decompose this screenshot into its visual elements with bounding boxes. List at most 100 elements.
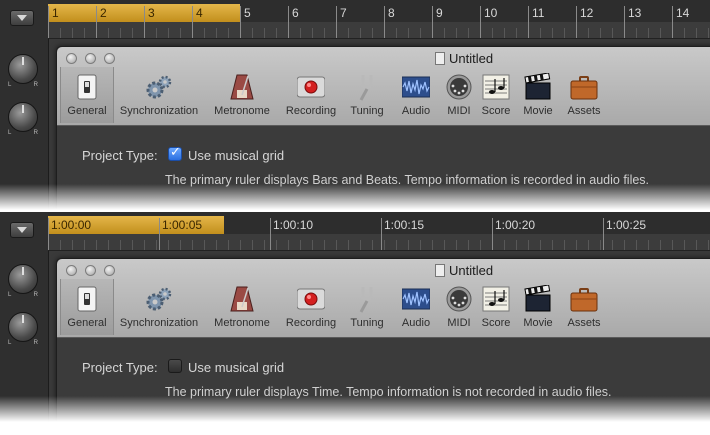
ruler-label: 10 — [484, 6, 498, 20]
toolbar-audio-button[interactable]: Audio — [395, 67, 437, 123]
ruler-label: 3 — [148, 6, 155, 20]
ruler-label: 14 — [676, 6, 690, 20]
ruler-tick — [384, 6, 385, 38]
midi-connector-icon — [445, 285, 473, 313]
ruler-label: 12 — [580, 6, 594, 20]
ruler-label: 1 — [52, 6, 59, 20]
clapperboard-icon — [524, 72, 552, 101]
metronome-icon — [228, 285, 256, 313]
toolbar-label: Audio — [401, 105, 431, 117]
use-musical-grid-label[interactable]: Use musical grid — [188, 148, 284, 163]
project-type-description: The primary ruler displays Time. Tempo i… — [165, 385, 612, 399]
gears-icon — [145, 285, 173, 313]
toolbar-label: General — [67, 105, 107, 117]
ruler-label: 9 — [436, 6, 443, 20]
toolbar-assets-button[interactable]: Assets — [559, 279, 609, 335]
close-button[interactable] — [66, 265, 77, 276]
toolbar-movie-button[interactable]: Movie — [517, 279, 559, 335]
pan-knob[interactable] — [8, 54, 38, 84]
minimize-button[interactable] — [85, 265, 96, 276]
toolbar-synchronization-button[interactable]: Synchronization — [113, 279, 205, 335]
bottom-screenshot-panel: LR LR 1:00:00 1:00:05 1:00:10 1:00:15 1:00:2… — [0, 212, 710, 422]
toolbar-recording-button[interactable]: Recording — [280, 279, 342, 335]
close-button[interactable] — [66, 53, 77, 64]
pan-knob[interactable] — [8, 102, 38, 132]
window-titlebar: Untitled General Synchronization Metronome… — [57, 47, 710, 126]
ruler-tick — [480, 6, 481, 38]
score-notes-icon — [482, 285, 510, 313]
document-icon — [435, 264, 445, 277]
toolbar-movie-button[interactable]: Movie — [517, 67, 559, 123]
ruler-label: 1:00:15 — [384, 218, 425, 232]
ruler-label: 2 — [100, 6, 107, 20]
toolbar-label: General — [67, 317, 107, 329]
minimize-button[interactable] — [85, 53, 96, 64]
ruler-tick — [432, 6, 433, 38]
ruler-tick — [288, 6, 289, 38]
toolbar-score-button[interactable]: Score — [477, 67, 515, 123]
toolbar-general-button[interactable]: General — [60, 67, 114, 123]
window-title: Untitled — [449, 263, 494, 278]
toolbar-label: Recording — [285, 317, 337, 329]
lr-label: LR — [8, 340, 38, 346]
ruler-tick — [603, 218, 604, 250]
toolbar-label: Metronome — [214, 317, 270, 329]
toolbar-tuning-button[interactable]: Tuning — [342, 67, 392, 123]
toolbar-general-button[interactable]: General — [60, 279, 114, 335]
toolbar-assets-button[interactable]: Assets — [559, 67, 609, 123]
toolbar-label: Recording — [285, 105, 337, 117]
ruler-label: 13 — [628, 6, 642, 20]
zoom-button[interactable] — [104, 265, 115, 276]
use-musical-grid-checkbox[interactable] — [168, 145, 182, 161]
metronome-icon — [228, 73, 256, 101]
use-musical-grid-label[interactable]: Use musical grid — [188, 360, 284, 375]
ruler-tick — [624, 6, 625, 38]
ruler-label: 7 — [340, 6, 347, 20]
use-musical-grid-checkbox[interactable] — [168, 359, 182, 373]
general-pane: Project Type: Use musical grid The prima… — [57, 338, 710, 422]
toolbar-label: Score — [481, 105, 511, 117]
document-icon — [435, 52, 445, 65]
project-settings-window: Untitled General Synchronization Metronome… — [56, 46, 710, 210]
ruler-tick — [240, 6, 241, 38]
toolbar-audio-button[interactable]: Audio — [395, 279, 437, 335]
ruler-tick — [48, 218, 49, 250]
time-ruler[interactable]: 1:00:00 1:00:05 1:00:10 1:00:15 1:00:20 1:00:… — [48, 212, 710, 251]
toolbar-recording-button[interactable]: Recording — [280, 67, 342, 123]
ruler-tick — [192, 6, 193, 38]
audio-waveform-icon — [401, 285, 431, 313]
toolbar-midi-button[interactable]: MIDI — [439, 279, 479, 335]
lr-label: LR — [8, 130, 38, 136]
ruler-label: 6 — [292, 6, 299, 20]
top-screenshot-panel: LR LR 1 2 3 4 5 6 7 8 9 10 11 12 13 14 Untitled Gener… — [0, 0, 710, 210]
toolbar-metronome-button[interactable]: Metronome — [207, 279, 277, 335]
lr-label: LR — [8, 292, 38, 298]
ruler-tick — [492, 218, 493, 250]
toolbar-label: MIDI — [447, 317, 471, 329]
zoom-button[interactable] — [104, 53, 115, 64]
toolbar-tuning-button[interactable]: Tuning — [342, 279, 392, 335]
toolbar-synchronization-button[interactable]: Synchronization — [113, 67, 205, 123]
ruler-menu-button[interactable] — [10, 10, 34, 26]
ruler-label: 11 — [532, 6, 545, 20]
pan-knob[interactable] — [8, 264, 38, 294]
toolbar-score-button[interactable]: Score — [477, 279, 515, 335]
toolbar-metronome-button[interactable]: Metronome — [207, 67, 277, 123]
ruler-tick — [96, 6, 97, 38]
ruler-menu-button[interactable] — [10, 222, 34, 238]
track-header-strip: LR LR — [0, 0, 49, 210]
ruler-tick — [381, 218, 382, 250]
ruler-label: 1:00:10 — [273, 218, 314, 232]
pan-knob[interactable] — [8, 312, 38, 342]
toolbar-midi-button[interactable]: MIDI — [439, 67, 479, 123]
gears-icon — [145, 73, 173, 101]
ruler-label: 1:00:20 — [495, 218, 536, 232]
toolbar-label: Score — [481, 317, 511, 329]
project-type-label: Project Type: — [82, 148, 158, 163]
window-titlebar: Untitled General Synchronization Metronome… — [57, 259, 710, 338]
general-switch-icon — [73, 285, 101, 313]
briefcase-icon — [570, 73, 598, 101]
bar-ruler[interactable]: 1 2 3 4 5 6 7 8 9 10 11 12 13 14 — [48, 0, 710, 39]
lr-label: LR — [8, 82, 38, 88]
midi-connector-icon — [445, 73, 473, 101]
